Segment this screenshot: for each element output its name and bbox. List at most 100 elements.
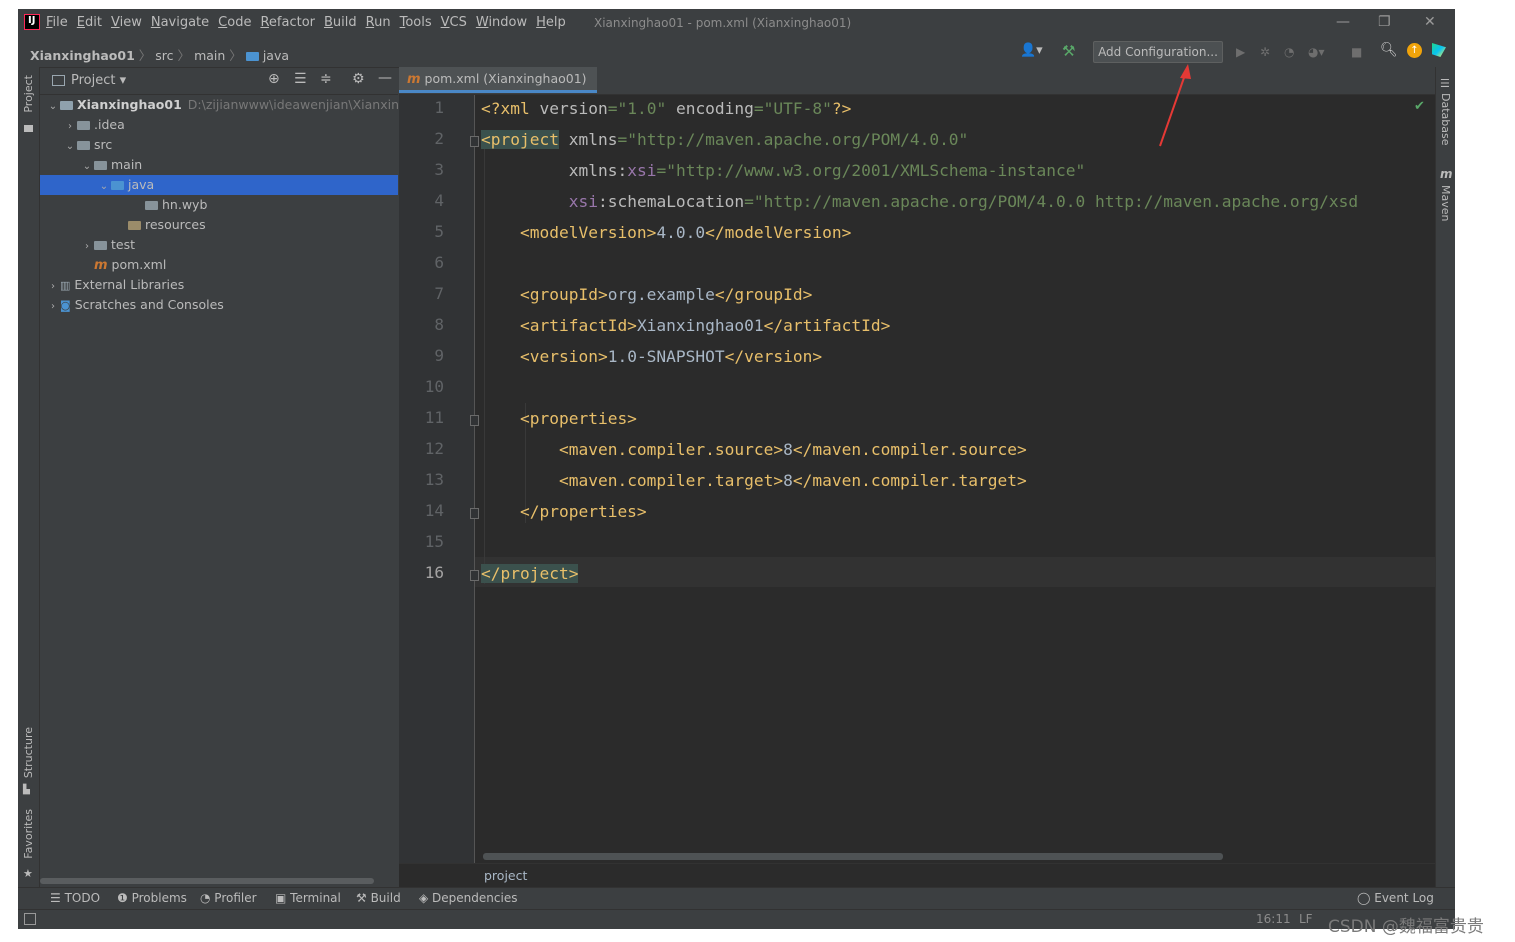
code-line-3: xmlns:xsi="http://www.w3.org/2001/XMLSch… [568,161,1086,180]
folder-icon [94,241,107,250]
tag-value: 1.0-SNAPSHOT [607,347,725,366]
tree-chevron-icon[interactable]: ⌄ [46,97,60,117]
tag-value: 4.0.0 [656,223,706,242]
caret-position[interactable]: 16:11 [1256,912,1291,926]
project-view-selector[interactable]: Project ▾ [71,73,126,88]
title-bar: IJ File Edit View Navigate Code Refactor… [18,9,1455,37]
tree-item-label: pom.xml [111,257,167,272]
profiler-tool-button[interactable]: ◔ Profiler [200,891,257,905]
build-hammer-icon[interactable]: ⚒ [1062,42,1075,60]
tree-chevron-icon[interactable]: › [63,117,77,137]
build-tool-button[interactable]: ⚒ Build [356,891,401,905]
status-toggle-icon[interactable] [24,913,36,925]
scratches-icon: ◙ [60,299,71,312]
tree-item[interactable]: ⌄ Xianxinghao01 D:\zijianwww\ideawenjian\X… [40,95,423,117]
menu-view[interactable]: View [111,15,142,30]
breadcrumb-main[interactable]: main [194,48,225,63]
fold-marker[interactable] [470,415,479,426]
tree-item[interactable]: › ◙ Scratches and Consoles [40,295,398,315]
fold-marker[interactable] [470,136,479,147]
close-icon[interactable]: ✕ [1424,14,1436,30]
debug-icon[interactable]: ✲ [1260,45,1270,59]
locate-icon[interactable]: ⊕ [268,71,280,87]
tree-item[interactable]: › ▥ External Libraries [40,275,398,295]
search-icon[interactable]: 🔍︎ [1380,42,1398,58]
tree-item[interactable]: hn.wyb [40,195,398,215]
menu-refactor[interactable]: Refactor [260,15,315,30]
todo-tool-button[interactable]: ☰ TODO [50,891,100,905]
fold-marker[interactable] [470,508,479,519]
toolbox-icon[interactable] [1432,43,1446,57]
tree-chevron-icon[interactable]: ⌄ [63,137,77,157]
tree-item[interactable]: m pom.xml [40,255,398,275]
tree-item[interactable]: › .idea [40,115,398,135]
tag-close: </properties> [519,502,647,521]
code-line-4: xsi:schemaLocation="http://maven.apache.… [568,192,1359,211]
menu-vcs[interactable]: VCS [441,15,467,30]
breadcrumb-src[interactable]: src [155,48,173,63]
project-panel: Project ▾ ⊕ ☰ ≑ ⚙ — ⌄ Xianxinghao01 D:\zij… [40,68,423,887]
stop-icon[interactable]: ■ [1351,45,1362,59]
tab-pom-xml[interactable]: mpom.xml (Xianxinghao01) ✕ [399,67,597,111]
fold-marker[interactable] [470,570,479,581]
menu-build[interactable]: Build [324,15,357,30]
project-view-icon [52,75,65,86]
code-line-13: <maven.compiler.target>8</maven.compiler… [481,471,1027,490]
tree-item[interactable]: ⌄ src [40,135,398,155]
tag-close: </groupId> [714,285,813,304]
user-icon[interactable]: 👤▾ [1020,43,1043,58]
collapse-all-icon[interactable]: ≑ [320,71,332,87]
tree-item[interactable]: ⌄ java [40,175,398,195]
project-horizontal-scrollbar[interactable] [40,878,374,884]
editor-breadcrumb-project[interactable]: project [484,868,527,883]
menu-file[interactable]: File [46,15,68,30]
structure-tool-tab[interactable]: Structure [22,727,35,778]
tree-item-label: Scratches and Consoles [74,297,224,312]
tree-chevron-icon[interactable]: › [46,277,60,297]
expand-all-icon[interactable]: ☰ [294,71,307,87]
tree-item[interactable]: ⌄ main [40,155,398,175]
menu-run[interactable]: Run [366,15,391,30]
inspection-ok-icon[interactable]: ✔ [1414,99,1425,114]
tree-chevron-icon[interactable]: ⌄ [80,157,94,177]
tree-chevron-icon[interactable]: › [46,297,60,317]
profile-icon[interactable]: ◕▾ [1308,45,1325,59]
add-configuration-button[interactable]: Add Configuration... [1093,41,1223,63]
gear-icon[interactable]: ⚙ [352,71,365,87]
database-tool-tab[interactable]: Database [1439,93,1452,146]
coverage-icon[interactable]: ◔ [1284,45,1294,59]
problems-label: Problems [131,891,187,905]
tag-close: </modelVersion> [705,223,852,242]
menu-code[interactable]: Code [218,15,251,30]
menu-tools[interactable]: Tools [400,15,432,30]
line-number: 3 [434,160,444,179]
hide-panel-icon[interactable]: — [378,70,392,86]
project-tool-tab[interactable]: Project [22,75,35,113]
minimize-icon[interactable]: — [1336,14,1350,30]
line-separator[interactable]: LF [1299,912,1313,926]
value-xmlns: "http://maven.apache.org/POM/4.0.0" [627,130,969,149]
tree-chevron-icon[interactable]: › [80,237,94,257]
breadcrumb-project[interactable]: Xianxinghao01 [30,48,135,63]
menu-navigate[interactable]: Navigate [151,15,209,30]
event-log-button[interactable]: ◯ Event Log [1357,891,1434,905]
code-line-16: </project> [481,564,579,583]
breadcrumb-java[interactable]: java [263,48,289,63]
tree-item[interactable]: › test [40,235,398,255]
tree-chevron-icon[interactable]: ⌄ [97,177,111,197]
menu-window[interactable]: Window [476,15,527,30]
restore-icon[interactable]: ❐ [1378,14,1391,30]
tree-item[interactable]: resources [40,215,398,235]
menu-help[interactable]: Help [536,15,566,30]
favorites-tool-tab[interactable]: Favorites [22,809,35,859]
update-icon[interactable]: ↑ [1407,43,1422,58]
run-icon[interactable]: ▶ [1236,45,1245,59]
code-line-14: </properties> [481,502,647,521]
menu-edit[interactable]: Edit [77,15,102,30]
problems-tool-button[interactable]: ❶ Problems [117,891,187,905]
editor-horizontal-scrollbar[interactable] [483,853,1223,860]
dependencies-label: Dependencies [432,891,518,905]
dependencies-tool-button[interactable]: ◈ Dependencies [419,891,517,905]
maven-tool-tab[interactable]: Maven [1439,185,1452,221]
terminal-tool-button[interactable]: ▣ Terminal [275,891,341,905]
